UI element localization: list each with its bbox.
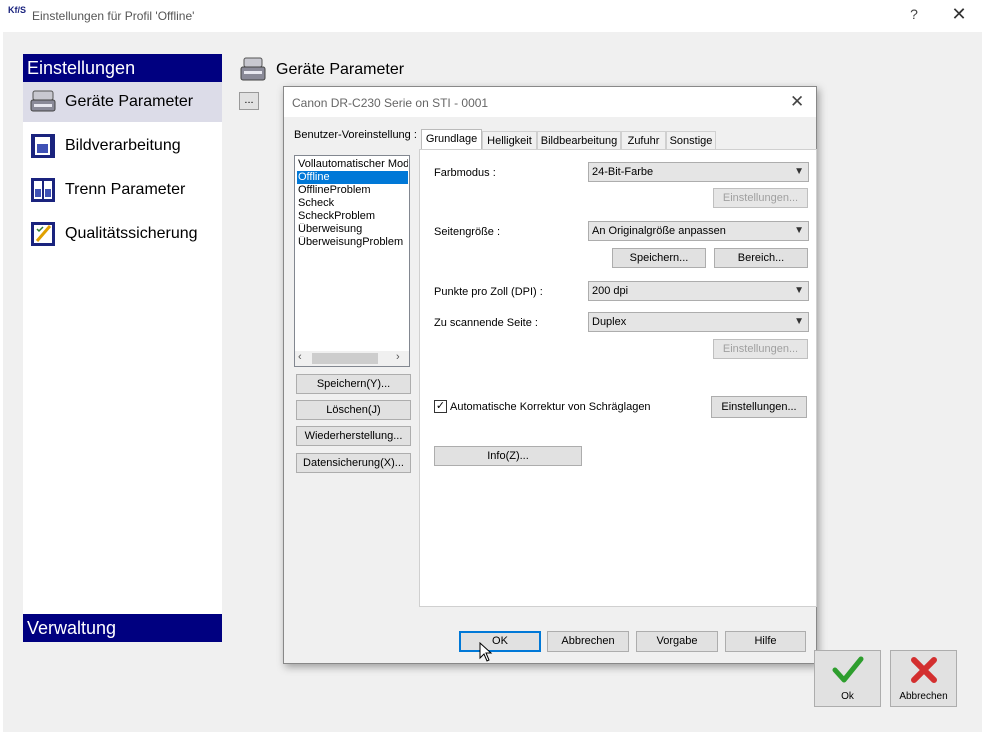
tab-panel-grundlage: Farbmodus : 24-Bit-Farbe ▼ Einstellungen… [419, 149, 817, 607]
tab-helligkeit[interactable]: Helligkeit [482, 131, 537, 149]
nav-header: Einstellungen [23, 54, 222, 82]
dialog-close-button[interactable]: ✕ [790, 92, 804, 112]
nav-item-trenn-parameter[interactable]: Trenn Parameter [23, 170, 222, 210]
scroll-right-icon[interactable]: › [396, 351, 400, 363]
deskew-label: Automatische Korrektur von Schräglagen [450, 401, 651, 413]
color-settings-button[interactable]: Einstellungen... [713, 188, 808, 208]
window-titlebar: Kf/S Einstellungen für Profil 'Offline' … [0, 0, 982, 32]
scroll-left-icon[interactable]: ‹ [298, 351, 302, 363]
tab-zufuhr[interactable]: Zufuhr [621, 131, 666, 149]
preset-label: Benutzer-Voreinstellung : [294, 129, 417, 141]
color-mode-value: 24-Bit-Farbe [592, 166, 654, 178]
list-item[interactable]: ÜberweisungProblem [297, 236, 408, 249]
window-ok-button[interactable]: Ok [814, 650, 881, 707]
side-settings-button[interactable]: Einstellungen... [713, 339, 808, 359]
split-pages-icon [31, 178, 55, 202]
backup-button[interactable]: Datensicherung(X)... [296, 453, 411, 473]
dialog-title: Canon DR-C230 Serie on STI - 0001 [292, 96, 489, 110]
dpi-select[interactable]: 200 dpi ▼ [588, 281, 809, 301]
color-mode-select[interactable]: 24-Bit-Farbe ▼ [588, 162, 809, 182]
window-ok-label: Ok [841, 691, 854, 702]
settings-nav-panel: Einstellungen Geräte Parameter Bildverar… [23, 54, 222, 642]
save-size-button[interactable]: Speichern... [612, 248, 706, 268]
chevron-down-icon: ▼ [794, 285, 804, 296]
tab-grundlage[interactable]: Grundlage [421, 129, 482, 149]
more-options-button[interactable]: ... [239, 92, 259, 110]
cancel-button[interactable]: Abbrechen [547, 631, 629, 652]
page-size-select[interactable]: An Originalgröße anpassen ▼ [588, 221, 809, 241]
info-button[interactable]: Info(Z)... [434, 446, 582, 466]
list-item[interactable]: OfflineProblem [297, 184, 408, 197]
window-cancel-label: Abbrechen [899, 691, 948, 702]
nav-item-label: Trenn Parameter [65, 181, 186, 198]
list-item[interactable]: Vollautomatischer Modus [297, 158, 408, 171]
nav-item-label: Geräte Parameter [65, 93, 194, 110]
ok-button[interactable]: OK [459, 631, 541, 652]
save-preset-button[interactable]: Speichern(Y)... [296, 374, 411, 394]
page-size-label: Seitengröße : [434, 226, 501, 238]
scanner-settings-dialog: Canon DR-C230 Serie on STI - 0001 ✕ Benu… [283, 86, 817, 664]
image-book-icon [31, 134, 55, 158]
nav-item-geraete-parameter[interactable]: Geräte Parameter [23, 82, 222, 122]
close-button[interactable]: ✕ [944, 4, 974, 26]
section-title: Geräte Parameter [276, 61, 405, 78]
checkmark-icon [832, 656, 864, 683]
nav-item-qualitaetssicherung[interactable]: Qualitätssicherung [23, 214, 222, 254]
scan-side-select[interactable]: Duplex ▼ [588, 312, 809, 332]
scrollbar-thumb[interactable] [312, 353, 378, 364]
scanner-icon [30, 90, 56, 112]
page-size-value: An Originalgröße anpassen [592, 225, 726, 237]
window-title: Einstellungen für Profil 'Offline' [32, 9, 195, 23]
default-button[interactable]: Vorgabe [636, 631, 718, 652]
delete-preset-button[interactable]: Löschen(J) [296, 400, 411, 420]
scan-side-value: Duplex [592, 316, 627, 328]
preset-listbox[interactable]: Vollautomatischer Modus Offline OfflineP… [294, 155, 410, 367]
color-mode-label: Farbmodus : [434, 167, 496, 179]
help-button[interactable]: ? [902, 6, 926, 26]
list-item-selected[interactable]: Offline [297, 171, 408, 184]
list-item[interactable]: Scheck [297, 197, 408, 210]
dpi-label: Punkte pro Zoll (DPI) : [434, 286, 543, 298]
area-button[interactable]: Bereich... [714, 248, 808, 268]
deskew-settings-button[interactable]: Einstellungen... [711, 396, 807, 418]
window-edge [0, 32, 3, 732]
dpi-value: 200 dpi [592, 285, 629, 297]
mouse-cursor-icon [479, 642, 493, 662]
nav-item-label: Bildverarbeitung [65, 137, 181, 154]
window-cancel-button[interactable]: Abbrechen [890, 650, 957, 707]
chevron-down-icon: ▼ [794, 166, 804, 177]
nav-item-bildverarbeitung[interactable]: Bildverarbeitung [23, 126, 222, 166]
red-x-icon [911, 657, 937, 683]
chevron-down-icon: ▼ [794, 225, 804, 236]
app-logo-icon: Kf/S [8, 5, 26, 15]
help-button[interactable]: Hilfe [725, 631, 806, 652]
list-item[interactable]: Überweisung [297, 223, 408, 236]
restore-button[interactable]: Wiederherstellung... [296, 426, 411, 446]
tab-sonstige[interactable]: Sonstige [666, 131, 716, 149]
tab-bildbearbeitung[interactable]: Bildbearbeitung [537, 131, 621, 149]
quality-pencil-icon [31, 222, 55, 246]
nav-footer-verwaltung[interactable]: Verwaltung [23, 614, 222, 642]
deskew-checkbox[interactable]: ✓ [434, 400, 447, 413]
scanner-icon [240, 57, 266, 81]
horizontal-scrollbar[interactable]: ‹ › [295, 351, 409, 366]
scan-side-label: Zu scannende Seite : [434, 317, 538, 329]
list-item[interactable]: ScheckProblem [297, 210, 408, 223]
chevron-down-icon: ▼ [794, 316, 804, 327]
nav-item-label: Qualitätssicherung [65, 225, 198, 242]
dialog-titlebar: Canon DR-C230 Serie on STI - 0001 ✕ [284, 87, 816, 117]
